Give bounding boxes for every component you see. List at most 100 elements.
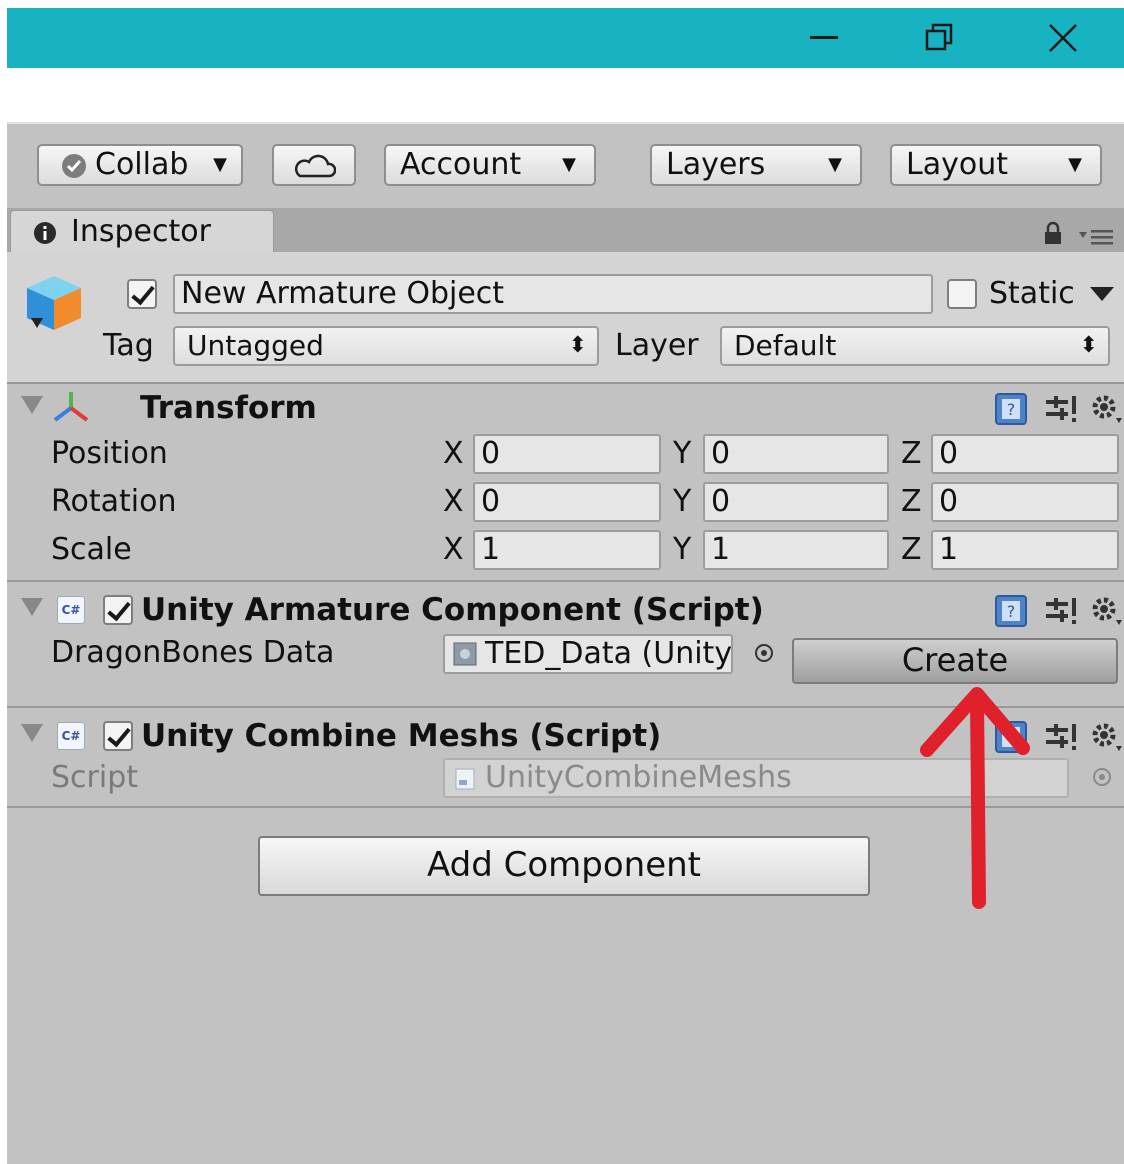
create-button[interactable]: Create: [792, 638, 1118, 684]
svg-text:?: ?: [1007, 602, 1016, 621]
scale-z-field[interactable]: 1: [931, 530, 1119, 570]
armature-component-title: Unity Armature Component (Script): [141, 592, 764, 628]
updown-icon: ⬍: [1079, 333, 1098, 358]
script-label: Script: [51, 760, 139, 795]
object-picker-icon[interactable]: [753, 642, 775, 664]
scale-label: Scale: [51, 532, 132, 567]
info-icon: [34, 222, 56, 244]
toolbar: Collab ▼ Account ▼ Layers ▼ Layout ▼: [7, 122, 1124, 210]
csharp-script-icon: C#: [57, 596, 85, 624]
armature-enabled-checkbox[interactable]: [103, 595, 133, 625]
account-label: Account: [400, 147, 522, 182]
position-label: Position: [51, 436, 168, 471]
rotation-y-field[interactable]: 0: [703, 482, 889, 522]
gear-icon[interactable]: [1088, 594, 1124, 628]
collab-label: Collab: [95, 147, 189, 182]
layers-button[interactable]: Layers ▼: [650, 144, 862, 186]
help-book-icon[interactable]: ?: [994, 392, 1028, 426]
transform-title: Transform: [140, 390, 317, 426]
rotation-label: Rotation: [51, 484, 177, 519]
object-header: New Armature Object Static Tag Untagged …: [7, 252, 1124, 384]
chevron-down-icon: ▼: [562, 154, 576, 175]
asset-file-icon: [453, 642, 477, 666]
tag-label: Tag: [103, 328, 154, 363]
layer-dropdown[interactable]: Default ⬍: [720, 326, 1110, 366]
axis-y-label: Y: [673, 436, 692, 471]
restore-icon: [925, 23, 953, 51]
account-button[interactable]: Account ▼: [384, 144, 596, 186]
chevron-down-icon: ▼: [828, 154, 842, 175]
scale-y-field[interactable]: 1: [703, 530, 889, 570]
transform-component: Transform ? Position X 0 Y 0 Z 0 Rotatio…: [7, 384, 1124, 582]
axis-x-label: X: [443, 436, 464, 471]
rotation-x-field[interactable]: 0: [473, 482, 661, 522]
foldout-arrow-icon[interactable]: [21, 724, 43, 742]
axis-x-label: X: [443, 532, 464, 567]
component-header-icons: ?: [994, 592, 1124, 632]
combine-meshs-title: Unity Combine Meshs (Script): [141, 718, 662, 754]
tab-inspector-label: Inspector: [71, 214, 211, 249]
static-label: Static: [989, 276, 1075, 311]
object-active-checkbox[interactable]: [127, 279, 157, 309]
minimize-icon: [810, 36, 838, 39]
layout-button[interactable]: Layout ▼: [890, 144, 1102, 186]
add-component-button[interactable]: Add Component: [258, 836, 870, 896]
axis-y-label: Y: [673, 532, 692, 567]
dragonbones-data-value: TED_Data (Unity: [485, 636, 733, 671]
static-dropdown-icon[interactable]: [1089, 286, 1115, 302]
position-x-field[interactable]: 0: [473, 434, 661, 474]
script-value: UnityCombineMeshs: [485, 760, 792, 795]
armature-component-header[interactable]: C# Unity Armature Component (Script) ?: [7, 586, 1124, 634]
tag-dropdown[interactable]: Untagged ⬍: [173, 326, 599, 366]
chevron-down-icon: ▼: [213, 154, 227, 175]
gear-icon[interactable]: [1088, 392, 1124, 426]
layer-value: Default: [734, 329, 837, 362]
window-titlebar: [7, 8, 1124, 68]
inspector-tab-row: Inspector: [7, 208, 1124, 253]
component-header-icons: ?: [994, 390, 1124, 430]
position-z-field[interactable]: 0: [931, 434, 1119, 474]
close-icon: [1049, 24, 1077, 52]
svg-text:?: ?: [1007, 400, 1016, 419]
layout-label: Layout: [906, 147, 1008, 182]
object-name-field[interactable]: New Armature Object: [173, 274, 933, 314]
foldout-arrow-icon[interactable]: [21, 396, 43, 414]
help-book-icon[interactable]: ?: [994, 594, 1028, 628]
static-checkbox[interactable]: [947, 279, 977, 309]
csharp-script-icon: C#: [57, 722, 85, 750]
gameobject-cube-icon: [27, 276, 81, 330]
position-y-field[interactable]: 0: [703, 434, 889, 474]
foldout-arrow-icon[interactable]: [21, 598, 43, 616]
rotation-z-field[interactable]: 0: [931, 482, 1119, 522]
layers-label: Layers: [666, 147, 766, 182]
tab-menu-icon[interactable]: [1077, 226, 1117, 246]
tab-inspector[interactable]: Inspector: [10, 210, 274, 253]
updown-icon: ⬍: [568, 333, 587, 358]
scale-x-field[interactable]: 1: [473, 530, 661, 570]
check-circle-icon: [62, 154, 86, 178]
annotation-arrow-icon: [920, 687, 1030, 909]
chevron-down-icon: ▼: [1068, 154, 1082, 175]
axis-z-label: Z: [901, 436, 922, 471]
dragonbones-data-label: DragonBones Data: [51, 635, 335, 670]
close-button[interactable]: [1033, 8, 1093, 68]
preset-sliders-icon[interactable]: [1044, 596, 1078, 628]
axis-z-label: Z: [901, 484, 922, 519]
lock-icon[interactable]: [1043, 220, 1063, 246]
cloud-button[interactable]: [272, 144, 356, 186]
gear-icon[interactable]: [1088, 720, 1124, 754]
axis-y-label: Y: [673, 484, 692, 519]
collab-button[interactable]: Collab ▼: [37, 144, 243, 186]
transform-header[interactable]: Transform ?: [7, 384, 1124, 432]
layer-label: Layer: [615, 328, 699, 363]
axis-z-label: Z: [901, 532, 922, 567]
combine-meshs-enabled-checkbox[interactable]: [103, 721, 133, 751]
preset-sliders-icon[interactable]: [1044, 394, 1078, 426]
minimize-button[interactable]: [794, 8, 854, 68]
script-file-icon: [455, 768, 475, 790]
dragonbones-data-field[interactable]: TED_Data (Unity: [443, 634, 733, 674]
restore-button[interactable]: [910, 8, 970, 68]
transform-axes-icon: [53, 392, 89, 422]
tag-value: Untagged: [187, 329, 324, 362]
cloud-icon: [295, 154, 336, 178]
